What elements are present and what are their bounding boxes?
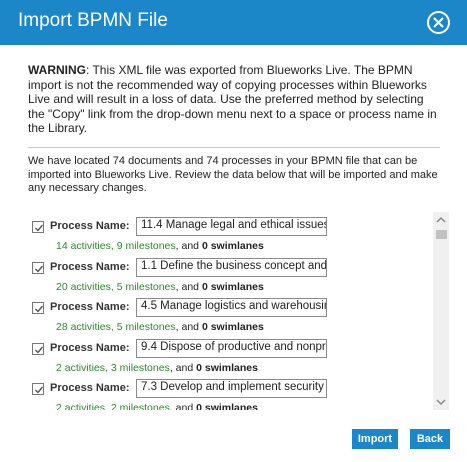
swimlanes-count: 0 swimlanes: [201, 240, 264, 252]
activities-count: 20 activities: [56, 281, 111, 293]
process-name-input[interactable]: 7.3 Develop and implement security: [136, 379, 327, 398]
process-checkbox[interactable]: [32, 302, 44, 314]
scroll-down-button[interactable]: [433, 394, 449, 410]
activities-count: 28 activities: [56, 321, 111, 333]
checkmark-icon: [35, 386, 44, 394]
swimlanes-count: 0 swimlanes: [201, 281, 264, 293]
process-row: Process Name: 9.4 Dispose of productive a…: [29, 334, 429, 375]
located-summary: We have located 74 documents and 74 proc…: [28, 155, 438, 194]
warning-message: WARNING: This XML file was exported from…: [28, 63, 443, 136]
checkmark-icon: [35, 305, 44, 313]
process-name-label: Process Name:: [50, 342, 130, 354]
milestones-count: 2 milestones: [110, 402, 170, 410]
swimlanes-count: 0 swimlanes: [196, 362, 258, 374]
stats-and: , and: [169, 362, 197, 374]
swimlanes-count: 0 swimlanes: [201, 321, 264, 333]
process-checkbox[interactable]: [32, 343, 44, 355]
process-stats: 28 activities, 5 milestones, and 0 swiml…: [56, 321, 264, 333]
chevron-up-icon: [436, 216, 446, 223]
process-name-input[interactable]: 9.4 Dispose of productive and nonproduct…: [136, 339, 327, 358]
stats-and: , and: [169, 402, 197, 410]
activities-count: 14 activities: [56, 240, 111, 252]
process-name-label: Process Name:: [50, 261, 130, 273]
swimlanes-count: 0 swimlanes: [196, 402, 258, 410]
milestones-count: 5 milestones: [116, 281, 176, 293]
process-row: Process Name: 7.3 Develop and implement s…: [29, 374, 429, 410]
process-checkbox[interactable]: [32, 383, 44, 395]
process-name-label: Process Name:: [50, 382, 130, 394]
stats-and: , and: [175, 281, 202, 293]
process-stats: 20 activities, 5 milestones, and 0 swiml…: [56, 281, 264, 293]
milestones-count: 5 milestones: [116, 321, 176, 333]
warning-text: : This XML file was exported from Bluewo…: [28, 63, 437, 135]
milestones-count: 9 milestones: [116, 240, 176, 252]
close-icon: [433, 17, 444, 28]
scrollbar-thumb[interactable]: [436, 230, 447, 239]
process-list[interactable]: Process Name: 11.4 Manage legal and ethic…: [29, 212, 449, 410]
activities-count: 2 activities: [56, 362, 106, 374]
process-name-input[interactable]: 11.4 Manage legal and ethical issues: [136, 217, 327, 236]
import-button[interactable]: Import: [352, 429, 398, 449]
process-stats: 2 activities, 3 milestones, and 0 swimla…: [56, 362, 258, 374]
process-name-input[interactable]: 1.1 Define the business concept and long…: [136, 258, 327, 277]
process-name-label: Process Name:: [50, 220, 130, 232]
milestones-count: 3 milestones: [110, 362, 170, 374]
process-row: Process Name: 1.1 Define the business con…: [29, 253, 429, 294]
dialog-titlebar: Import BPMN File: [0, 0, 467, 45]
checkmark-icon: [35, 346, 44, 354]
warning-label: WARNING: [28, 63, 86, 77]
scroll-up-button[interactable]: [433, 212, 449, 228]
process-stats: 14 activities, 9 milestones, and 0 swiml…: [56, 240, 264, 252]
stats-and: , and: [175, 240, 202, 252]
back-button[interactable]: Back: [410, 429, 450, 449]
process-row: Process Name: 11.4 Manage legal and ethic…: [29, 212, 429, 253]
process-checkbox[interactable]: [32, 221, 44, 233]
activities-count: 2 activities: [56, 402, 106, 410]
process-stats: 2 activities, 2 milestones, and 0 swimla…: [56, 402, 258, 410]
divider: [28, 147, 440, 148]
dialog-title: Import BPMN File: [18, 10, 168, 31]
close-button[interactable]: [427, 11, 450, 34]
process-checkbox[interactable]: [32, 262, 44, 274]
process-name-label: Process Name:: [50, 301, 130, 313]
stats-and: , and: [175, 321, 202, 333]
chevron-down-icon: [436, 399, 446, 406]
checkmark-icon: [35, 265, 44, 273]
process-row: Process Name: 4.5 Manage logistics and wa…: [29, 293, 429, 334]
import-bpmn-dialog: Import BPMN File WARNING: This XML file …: [0, 0, 467, 462]
scrollbar[interactable]: [433, 212, 449, 410]
process-name-input[interactable]: 4.5 Manage logistics and warehousing: [136, 298, 327, 317]
checkmark-icon: [35, 224, 44, 232]
